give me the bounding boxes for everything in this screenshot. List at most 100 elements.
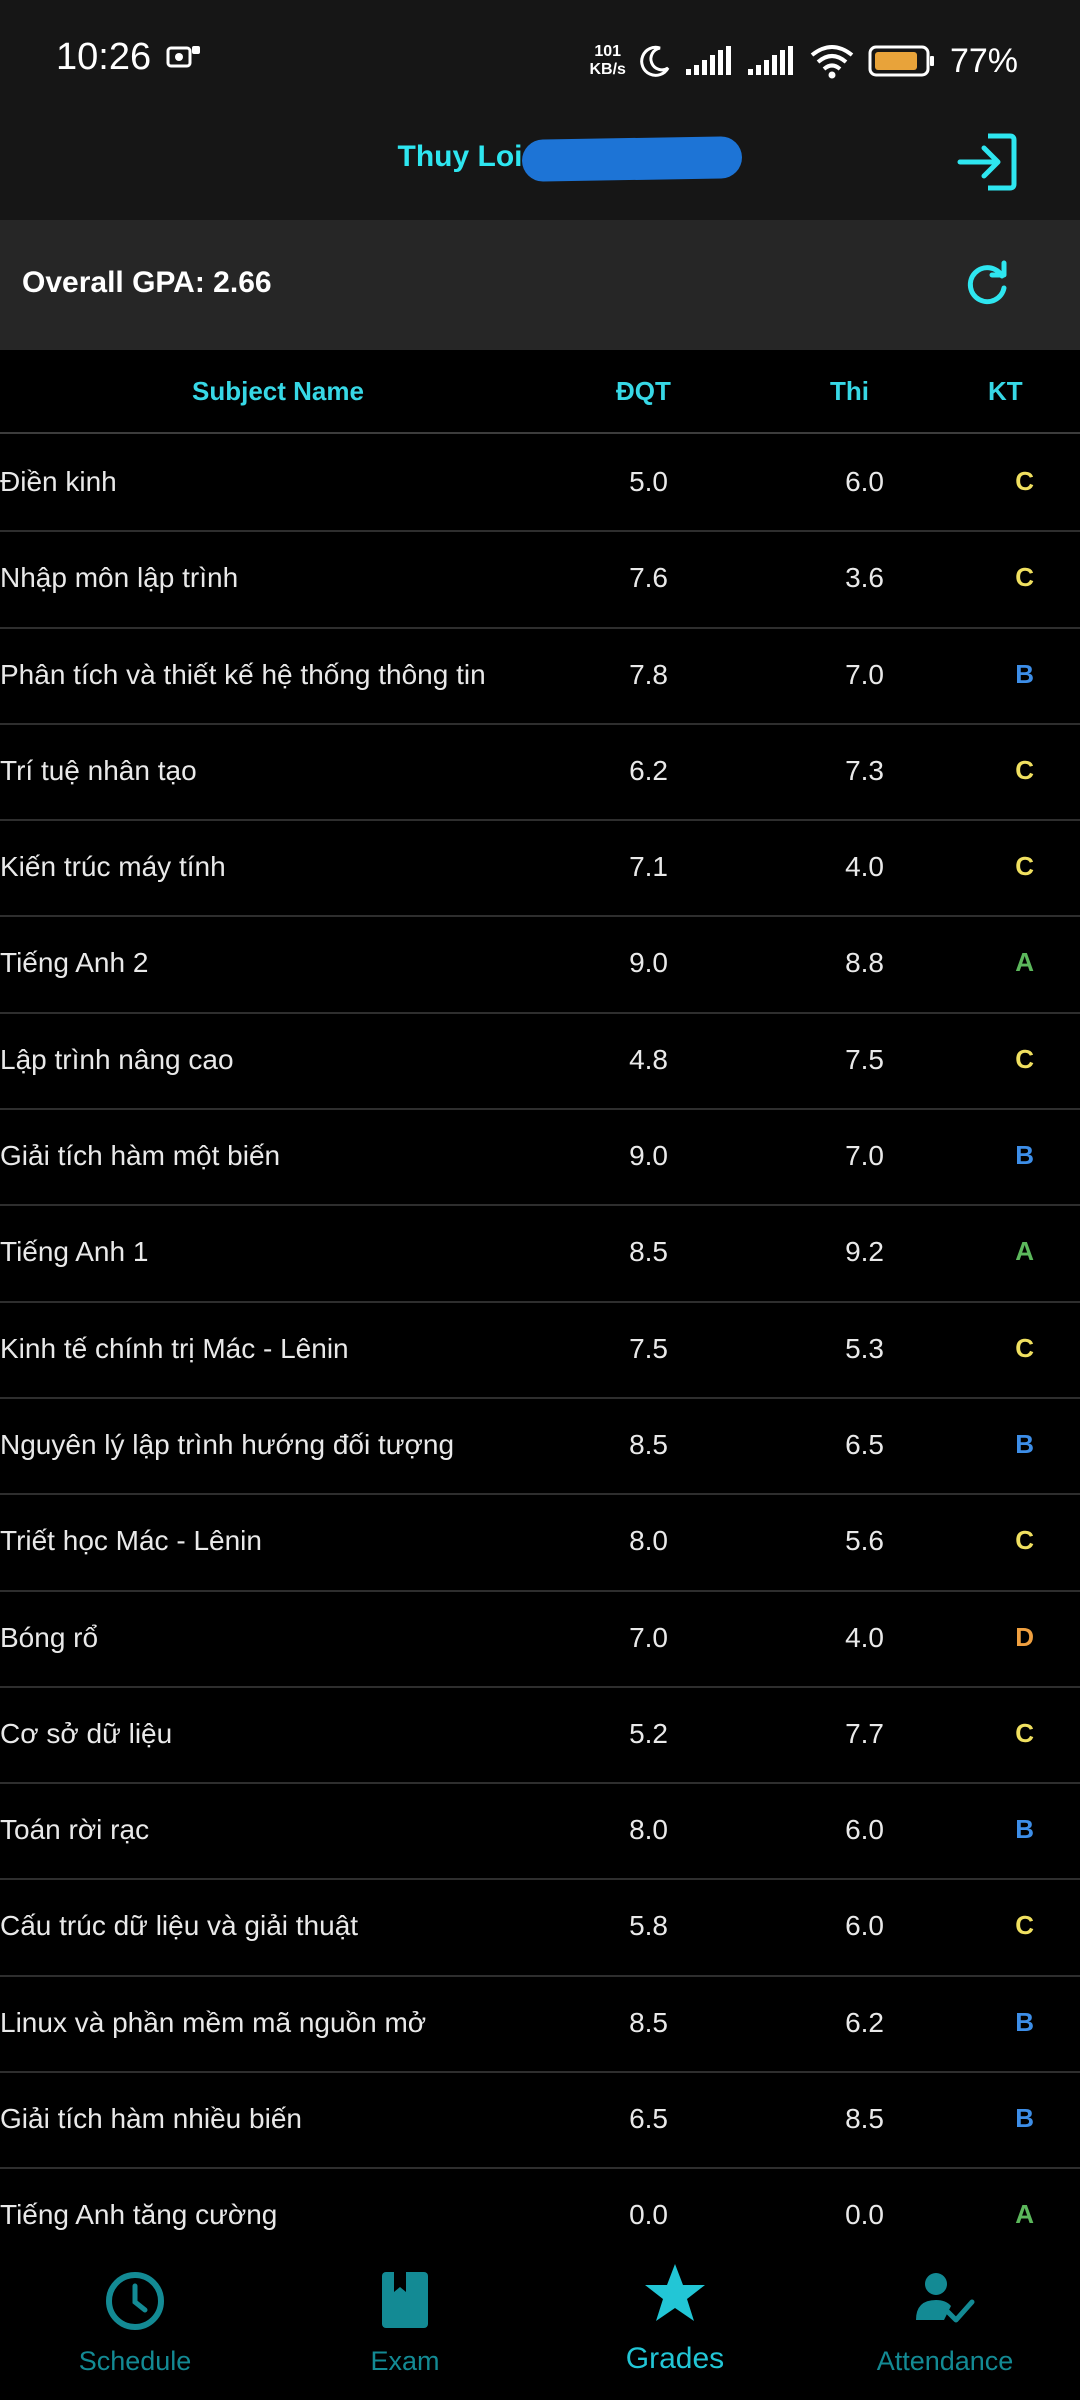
cell-subject: Phân tích và thiết kế hệ thống thông tin — [0, 658, 486, 690]
cell-dqt: 9.0 — [629, 1140, 668, 1172]
person-check-icon — [916, 2273, 975, 2323]
cell-dqt: 6.2 — [629, 754, 668, 786]
column-header-dqt: ĐQT — [616, 376, 671, 406]
cell-subject: Toán rời rạc — [0, 1814, 150, 1846]
nav-exam[interactable]: Exam — [270, 2230, 540, 2400]
cell-subject: Tiếng Anh tăng cường — [0, 2199, 278, 2231]
table-row: Toán rời rạc 8.0 6.0 B — [0, 1784, 1080, 1881]
clock-icon — [106, 2272, 164, 2330]
table-row: Nhập môn lập trình 7.6 3.6 C — [0, 532, 1080, 629]
cell-dqt: 5.8 — [629, 1910, 668, 1942]
table-row: Tiếng Anh 1 8.5 9.2 A — [0, 1206, 1080, 1303]
star-icon — [645, 2264, 705, 2321]
table-row: Phân tích và thiết kế hệ thống thông tin… — [0, 629, 1080, 725]
cell-kt: B — [1015, 658, 1034, 689]
cell-thi: 7.7 — [845, 1717, 884, 1749]
cell-dqt: 0.0 — [629, 2199, 668, 2231]
table-row: Điền kinh 5.0 6.0 C — [0, 436, 1080, 533]
cell-dqt: 8.5 — [629, 2006, 668, 2038]
cell-kt: B — [1015, 1140, 1034, 1171]
app-header: Thuy Loi — [0, 118, 1080, 220]
cell-thi: 6.0 — [845, 1814, 884, 1846]
table-row: Triết học Mác - Lênin 8.0 5.6 C — [0, 1495, 1080, 1592]
cell-dqt: 5.2 — [629, 1717, 668, 1749]
book-icon — [382, 2272, 428, 2328]
cell-kt: C — [1015, 1525, 1034, 1556]
cell-thi: 6.2 — [845, 2006, 884, 2038]
cell-subject: Giải tích hàm một biến — [0, 1140, 281, 1172]
cell-thi: 7.0 — [845, 658, 884, 690]
bottom-navigation: Schedule Exam Grades Attendance — [0, 2230, 1080, 2400]
cell-kt: B — [1015, 1428, 1034, 1459]
table-row: Kiến trúc máy tính 7.1 4.0 C — [0, 821, 1080, 918]
cell-thi: 5.6 — [845, 1525, 884, 1557]
redaction-mark — [522, 136, 743, 182]
nav-attendance[interactable]: Attendance — [810, 2230, 1080, 2400]
nav-label-attendance: Attendance — [876, 2346, 1014, 2376]
status-bar: 10:26 101 KB/s 77% — [0, 0, 1080, 118]
status-icons: 101 KB/s 77% — [589, 36, 1018, 86]
cell-subject: Nhập môn lập trình — [0, 562, 239, 594]
cell-dqt: 8.0 — [629, 1525, 668, 1557]
cell-thi: 5.3 — [845, 1332, 884, 1364]
cell-dqt: 8.0 — [629, 1814, 668, 1846]
cell-thi: 0.0 — [845, 2199, 884, 2231]
net-speed-unit: KB/s — [589, 61, 626, 78]
cell-kt: B — [1015, 2006, 1034, 2037]
table-row: Lập trình nâng cao 4.8 7.5 C — [0, 1014, 1080, 1111]
cell-thi: 7.3 — [845, 754, 884, 786]
cell-dqt: 4.8 — [629, 1043, 668, 1075]
refresh-icon[interactable] — [962, 260, 1012, 310]
cell-subject: Giải tích hàm nhiều biến — [0, 2103, 302, 2135]
cell-kt: A — [1015, 947, 1034, 978]
cell-thi: 4.0 — [845, 1621, 884, 1653]
moon-icon — [640, 45, 670, 77]
cell-kt: C — [1015, 466, 1034, 496]
notification-icon — [166, 46, 200, 68]
cell-subject: Cơ sở dữ liệu — [0, 1717, 173, 1749]
cell-dqt: 9.0 — [629, 947, 668, 979]
cell-kt: C — [1015, 562, 1034, 593]
nav-grades[interactable]: Grades — [540, 2230, 810, 2400]
table-row: Giải tích hàm một biến 9.0 7.0 B — [0, 1110, 1080, 1207]
nav-schedule[interactable]: Schedule — [0, 2230, 270, 2400]
cell-kt: B — [1015, 1814, 1034, 1845]
gpa-bar: Overall GPA: 2.66 — [0, 220, 1080, 350]
cell-kt: A — [1015, 1236, 1034, 1267]
cell-subject: Linux và phần mềm mã nguồn mở — [0, 2006, 427, 2038]
cell-dqt: 8.5 — [629, 1428, 668, 1460]
table-row: Kinh tế chính trị Mác - Lênin 7.5 5.3 C — [0, 1303, 1080, 1399]
wifi-icon — [810, 45, 854, 79]
cell-thi: 7.0 — [845, 1140, 884, 1172]
cell-subject: Kiến trúc máy tính — [0, 851, 226, 883]
cell-kt: A — [1015, 2199, 1034, 2230]
nav-label-exam: Exam — [370, 2346, 440, 2376]
cell-dqt: 7.6 — [629, 562, 668, 594]
table-row: Cấu trúc dữ liệu và giải thuật 5.8 6.0 C — [0, 1880, 1080, 1977]
cell-subject: Tiếng Anh 2 — [0, 947, 149, 979]
column-header-thi: Thi — [830, 376, 869, 406]
cell-thi: 3.6 — [845, 562, 884, 594]
cell-dqt: 8.5 — [629, 1236, 668, 1268]
logout-icon[interactable] — [954, 130, 1020, 194]
cell-kt: C — [1015, 754, 1034, 785]
cell-thi: 8.5 — [845, 2103, 884, 2135]
cell-subject: Trí tuệ nhân tạo — [0, 754, 197, 786]
table-row: Cơ sở dữ liệu 5.2 7.7 C — [0, 1688, 1080, 1785]
cell-thi: 6.5 — [845, 1428, 884, 1460]
cell-subject: Bóng rổ — [0, 1621, 99, 1653]
nav-label-grades: Grades — [625, 2342, 725, 2375]
cell-subject: Lập trình nâng cao — [0, 1043, 234, 1075]
overall-gpa: Overall GPA: 2.66 — [22, 266, 272, 299]
battery-icon — [868, 45, 934, 77]
cell-kt: C — [1015, 851, 1034, 882]
cell-thi: 9.2 — [845, 1236, 884, 1268]
cell-subject: Triết học Mác - Lênin — [0, 1525, 262, 1557]
app-title: Thuy Loi — [397, 140, 523, 173]
cell-dqt: 7.8 — [629, 658, 668, 690]
cell-thi: 6.0 — [845, 466, 884, 497]
cell-dqt: 5.0 — [629, 466, 668, 497]
cell-kt: C — [1015, 1910, 1034, 1941]
cell-dqt: 7.5 — [629, 1332, 668, 1364]
net-speed-value: 101 — [594, 43, 622, 60]
